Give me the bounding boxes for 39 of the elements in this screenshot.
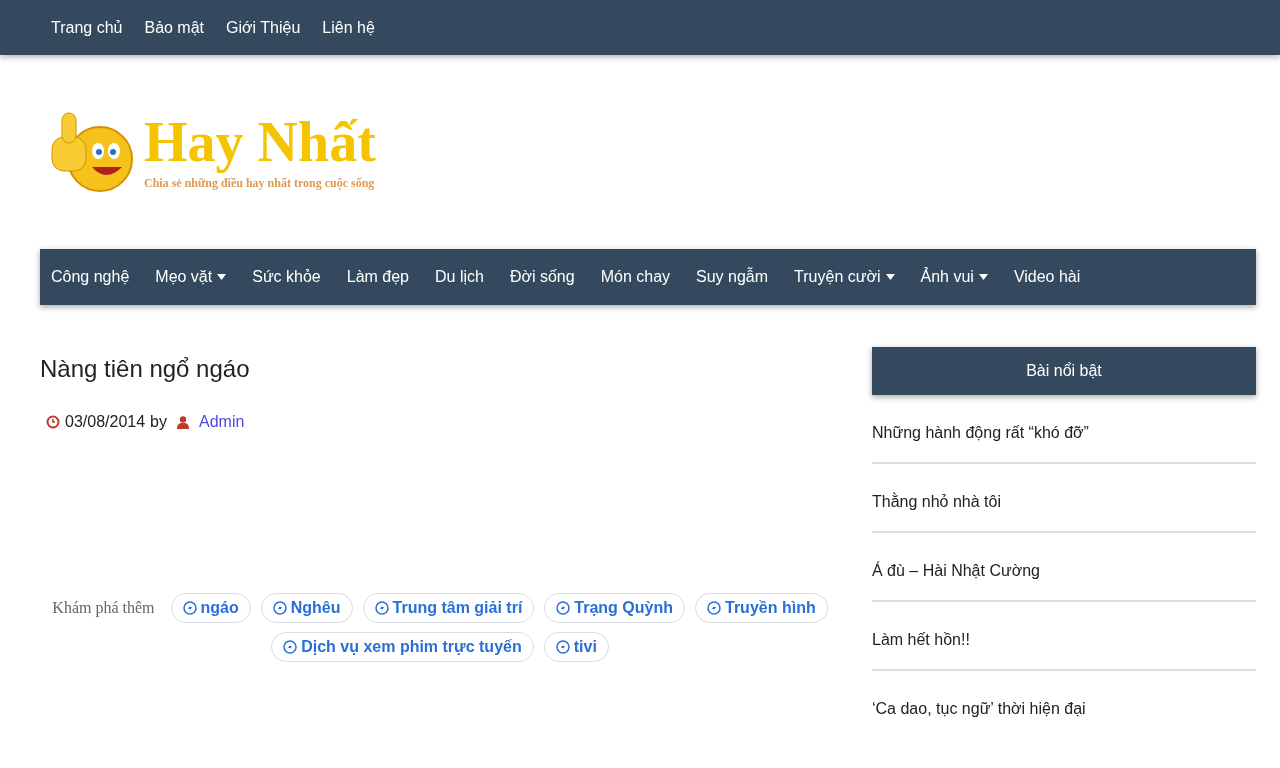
featured-post-link[interactable]: Làm hết hồn!!: [872, 602, 1256, 671]
top-nav-link[interactable]: Bảo mật: [133, 18, 216, 37]
caret-icon: [217, 274, 227, 280]
by-text: by: [150, 413, 167, 431]
clock-icon: [46, 415, 60, 429]
featured-post-link[interactable]: ‘Ca dao, tục ngữ’ thời hiện đại: [872, 671, 1256, 738]
nav-menu-item[interactable]: Ảnh vui: [907, 268, 1001, 286]
featured-post-link[interactable]: Thằng nhỏ nhà tôi: [872, 464, 1256, 533]
bolt-circle-icon: [555, 640, 570, 654]
nav-menu-item[interactable]: Truyện cười: [781, 268, 908, 286]
bolt-circle-icon: [283, 640, 298, 654]
author-link[interactable]: Admin: [199, 413, 245, 431]
featured-post-link[interactable]: Á đù – Hài Nhật Cường: [872, 533, 1256, 602]
post-date: 03/08/2014: [65, 413, 146, 431]
nav-menu-item[interactable]: Sức khỏe: [239, 268, 334, 286]
caret-icon: [978, 274, 988, 280]
logo-tagline: Chia sẻ những điều hay nhất trong cuộc sống: [144, 175, 376, 191]
bolt-circle-icon: [707, 601, 721, 615]
nav-menu-item[interactable]: Mẹo vặt: [142, 268, 240, 286]
nav-menu-item[interactable]: Du lịch: [422, 268, 497, 286]
bolt-circle-icon: [374, 601, 389, 615]
nav-menu-item[interactable]: Món chay: [587, 268, 684, 286]
nav-menu-item[interactable]: Làm đẹp: [333, 268, 422, 286]
top-nav-link[interactable]: Trang chủ: [40, 18, 134, 37]
caret-icon: [885, 274, 895, 280]
bolt-circle-icon: [272, 601, 287, 615]
bolt-circle-icon: [556, 601, 571, 615]
user-icon: [177, 415, 189, 429]
nav-menu-item[interactable]: Đời sống: [496, 268, 588, 286]
bolt-circle-icon: [182, 601, 197, 615]
top-nav-link[interactable]: Liên hệ: [311, 18, 386, 37]
sidebar-heading: Bài nổi bật: [872, 347, 1256, 395]
nav-menu-item[interactable]: Suy ngẫm: [683, 268, 782, 286]
explore-label: Khám phá thêm: [52, 599, 155, 617]
top-nav-link[interactable]: Giới Thiệu: [215, 18, 312, 37]
nav-menu-item[interactable]: Video hài: [1000, 268, 1094, 286]
nav-menu-item[interactable]: Công nghệ: [40, 268, 143, 286]
post-title: Nàng tiên ngổ ngáo: [40, 355, 251, 383]
featured-post-link[interactable]: Những hành động rất “khó đỡ”: [872, 395, 1256, 464]
